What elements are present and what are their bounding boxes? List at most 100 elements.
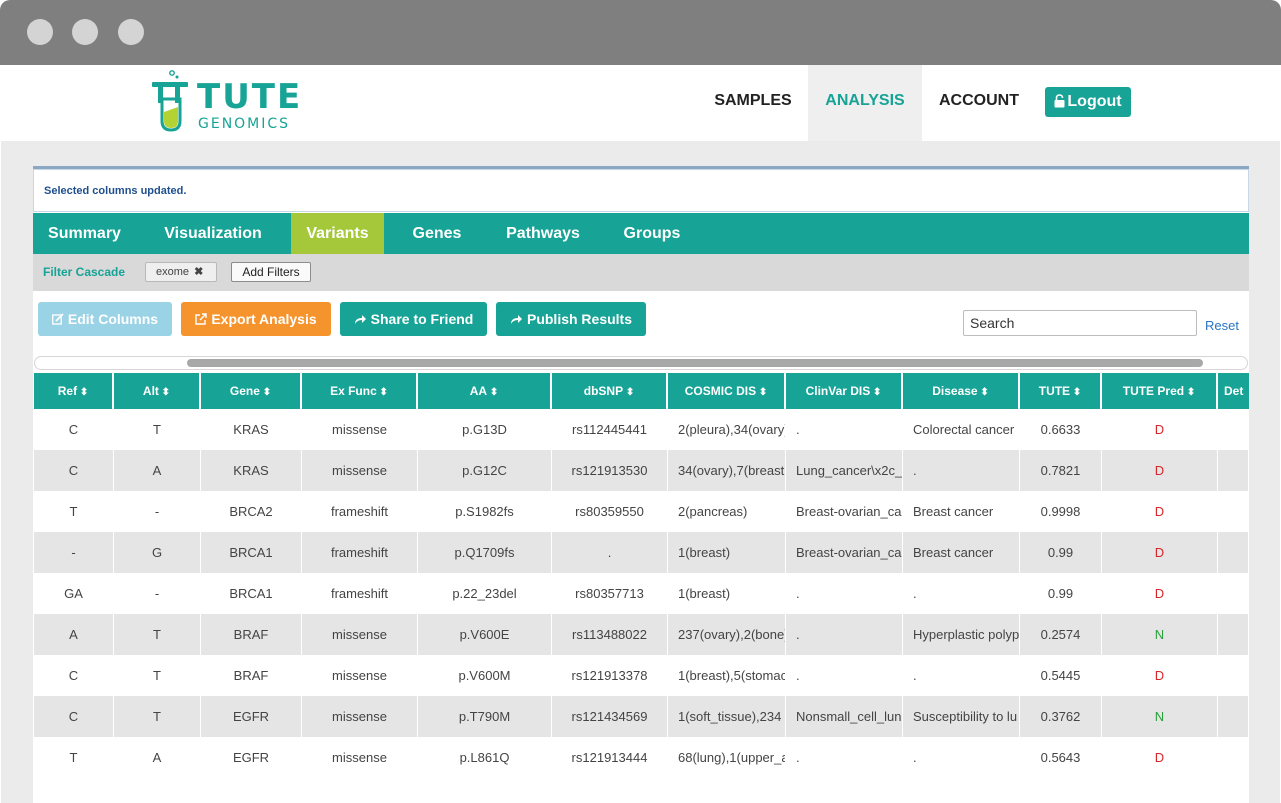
table-cell [1218,491,1249,532]
tab-summary[interactable]: Summary [33,213,136,254]
filter-chip-exome[interactable]: exome ✖ [145,262,217,282]
table-cell: Breast-ovarian_ca [786,532,903,573]
table-cell: T [34,491,114,532]
table-cell: 1(breast) [668,573,786,614]
table-cell: rs121434569 [552,696,668,737]
table-cell: G [114,532,201,573]
column-header-clinvar-dis[interactable]: ClinVar DIS ⬍ [786,373,903,409]
sort-icon[interactable]: ⬍ [159,387,170,398]
remove-filter-icon[interactable]: ✖ [194,266,203,278]
sort-icon[interactable]: ⬍ [77,387,88,398]
nav-account[interactable]: ACCOUNT [922,65,1036,141]
tab-visualization[interactable]: Visualization [150,213,276,254]
nav-analysis[interactable]: ANALYSIS [808,65,922,141]
column-header-ref[interactable]: Ref ⬍ [34,373,114,409]
column-header-tute[interactable]: TUTE ⬍ [1020,373,1102,409]
table-row[interactable]: C T KRAS missense p.G13D rs112445441 2(pleura)… [34,409,1249,450]
window-maximize-dot[interactable] [118,19,144,45]
share-to-friend-button[interactable]: Share to Friend [340,302,487,336]
sort-icon[interactable]: ⬍ [623,387,634,398]
table-cell [1218,409,1249,450]
table-cell [1218,532,1249,573]
filter-chip-label: exome [156,266,190,278]
table-cell: p.22_23del [418,573,552,614]
scrollbar-thumb[interactable] [187,359,1203,367]
window-minimize-dot[interactable] [72,19,98,45]
export-analysis-button[interactable]: Export Analysis [181,302,331,336]
table-cell: rs121913444 [552,737,668,778]
column-header-label: COSMIC DIS [684,384,757,398]
sort-icon[interactable]: ⬍ [1184,387,1195,398]
logout-button[interactable]: Logout [1045,87,1131,117]
table-row[interactable]: - G BRCA1 frameshift p.Q1709fs. 1(breast) Brea… [34,532,1249,573]
table-row[interactable]: C A KRAS missense p.G12C rs121913530 34(ovary)… [34,450,1249,491]
table-cell: . [552,532,668,573]
tute-genomics-logo[interactable]: TUTE GENOMICS [151,69,300,137]
sort-icon[interactable]: ⬍ [377,387,388,398]
column-header-tute-pred[interactable]: TUTE Pred ⬍ [1102,373,1218,409]
table-cell: 1(breast) [668,532,786,573]
table-cell: p.Q1709fs [418,532,552,573]
column-header-ex-func[interactable]: Ex Func ⬍ [302,373,418,409]
tab-genes[interactable]: Genes [399,213,475,254]
table-cell: p.S1982fs [418,491,552,532]
table-row[interactable]: C T EGFR missense p.T790M rs121434569 1(soft_t… [34,696,1249,737]
table-cell: missense [302,450,418,491]
table-cell [1218,573,1249,614]
horizontal-scrollbar[interactable] [34,356,1248,370]
edit-columns-button[interactable]: Edit Columns [38,302,172,336]
search-input[interactable]: Search [963,310,1197,336]
table-cell: . [903,655,1020,696]
table-cell: A [34,614,114,655]
column-header-alt[interactable]: Alt ⬍ [114,373,201,409]
table-row[interactable]: C T BRAF missense p.V600M rs121913378 1(breast… [34,655,1249,696]
table-cell: rs112445441 [552,409,668,450]
column-header-gene[interactable]: Gene ⬍ [201,373,302,409]
sort-icon[interactable]: ⬍ [487,387,498,398]
table-cell [1218,450,1249,491]
table-cell: 0.9998 [1020,491,1102,532]
nav-samples[interactable]: SAMPLES [701,65,805,141]
sort-icon[interactable]: ⬍ [756,387,767,398]
column-header-aa[interactable]: AA ⬍ [418,373,552,409]
table-cell: - [114,491,201,532]
sort-icon[interactable]: ⬍ [260,387,271,398]
column-header-cosmic-dis[interactable]: COSMIC DIS ⬍ [668,373,786,409]
column-header-label: Gene [229,384,260,398]
table-cell: D [1102,573,1218,614]
variants-table-header: Ref ⬍ Alt ⬍ Gene ⬍ Ex Func ⬍ AA ⬍ dbSNP ⬍ COSM… [34,373,1249,409]
window-close-dot[interactable] [27,19,53,45]
table-row[interactable]: T - BRCA2 frameshift p.S1982fs rs80359550 2(pa… [34,491,1249,532]
tab-pathways[interactable]: Pathways [491,213,595,254]
column-header-dbsnp[interactable]: dbSNP ⬍ [552,373,668,409]
table-cell: C [34,409,114,450]
table-cell: Lung_cancer\x2c_ [786,450,903,491]
publish-results-button[interactable]: Publish Results [496,302,646,336]
table-cell: T [34,737,114,778]
sort-icon[interactable]: ⬍ [870,387,881,398]
reset-link[interactable]: Reset [1205,318,1239,333]
table-cell: C [34,450,114,491]
column-header-det[interactable]: Det [1218,373,1249,409]
table-cell: 1(breast),5(stomac [668,655,786,696]
table-row[interactable]: A T BRAF missense p.V600E rs113488022 237(ovar… [34,614,1249,655]
share-to-friend-label: Share to Friend [370,311,474,327]
table-cell: 0.2574 [1020,614,1102,655]
table-cell: D [1102,655,1218,696]
table-cell: p.T790M [418,696,552,737]
table-cell: KRAS [201,409,302,450]
tab-groups[interactable]: Groups [611,213,693,254]
table-row[interactable]: T A EGFR missense p.L861Q rs121913444 68(lung)… [34,737,1249,778]
table-row[interactable]: GA - BRCA1 frameshift p.22_23del rs80357713 1(… [34,573,1249,614]
table-cell: missense [302,614,418,655]
logo-subtitle: GENOMICS [198,116,291,132]
column-header-disease[interactable]: Disease ⬍ [903,373,1020,409]
table-cell: Colorectal cancer [903,409,1020,450]
status-alert: Selected columns updated. [33,169,1249,212]
tab-variants[interactable]: Variants [291,213,384,254]
sort-icon[interactable]: ⬍ [1070,387,1081,398]
sort-icon[interactable]: ⬍ [978,387,988,398]
table-cell: T [114,409,201,450]
filter-cascade-bar: Filter Cascade exome ✖ Add Filters [33,254,1249,291]
add-filters-button[interactable]: Add Filters [231,262,311,282]
